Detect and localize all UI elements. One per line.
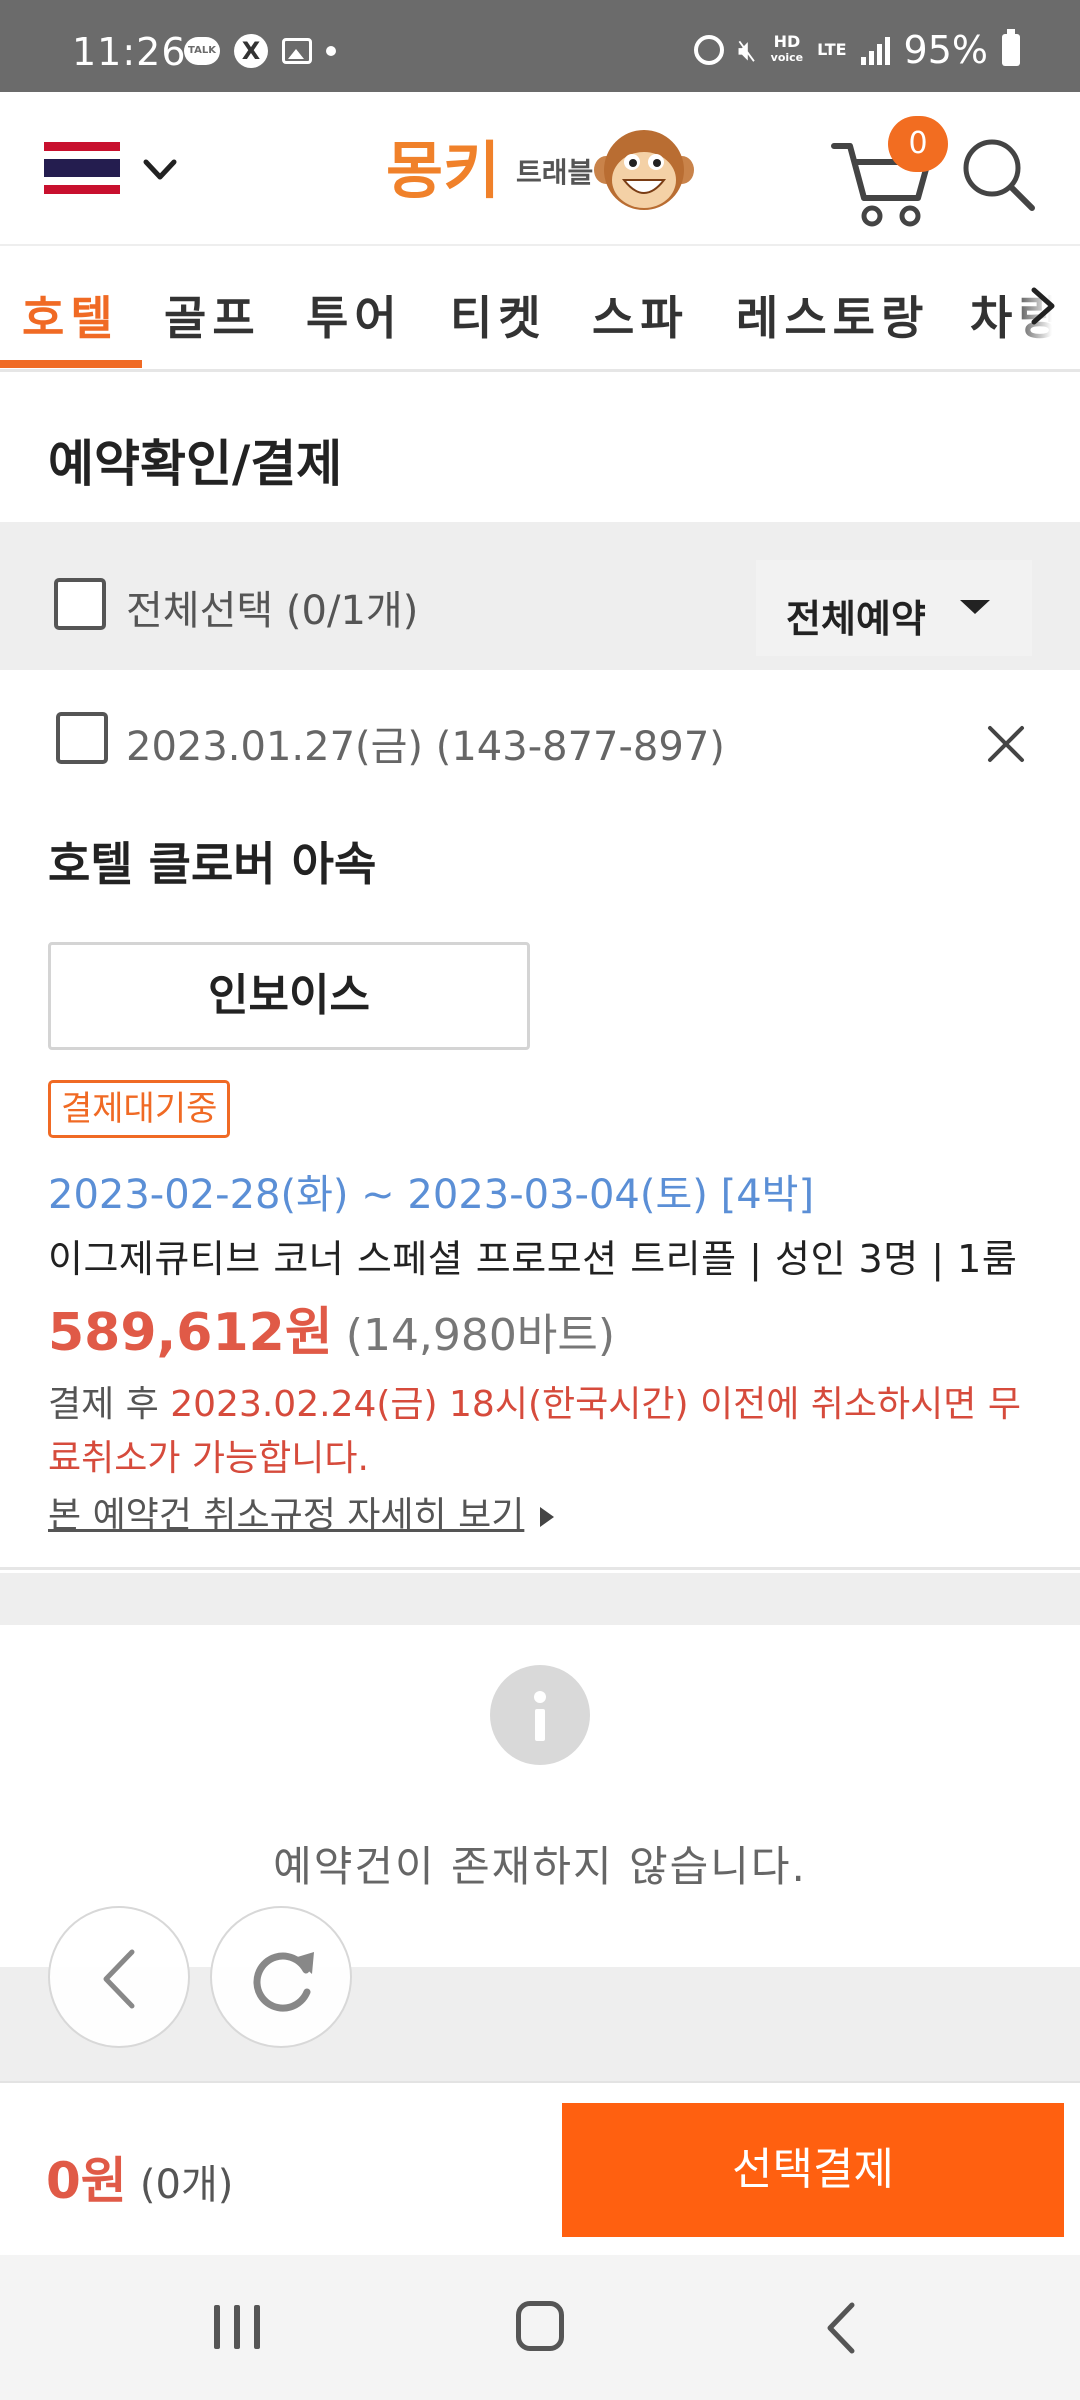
hd-voice-icon: HD voice <box>770 32 804 65</box>
category-tabs: 호텔 골프 투어 티켓 스파 레스토랑 차량 <box>0 246 1080 372</box>
total-count: (0개) <box>139 2162 234 2208</box>
cancel-note-text: 2023.02.24(금) 18시(한국시간) 이전에 취소하시면 무료취소가 … <box>48 1384 1021 1479</box>
cancel-policy-link[interactable]: 본 예약건 취소규정 자세히 보기 <box>48 1486 555 1538</box>
caret-down-icon <box>960 600 990 614</box>
tab-restaurant[interactable]: 레스토랑 <box>736 282 929 348</box>
more-notifications-icon <box>326 46 336 56</box>
back-button[interactable] <box>48 1906 190 2048</box>
battery-icon <box>1002 29 1020 66</box>
tab-golf[interactable]: 골프 <box>164 282 261 348</box>
select-all-bar: 전체선택 (0/1개) 전체예약 <box>0 522 1080 670</box>
refresh-icon <box>253 1952 314 2012</box>
battery-percent: 95% <box>903 28 988 72</box>
monkey-travel-logo[interactable]: 몽키 트래블 <box>386 114 696 226</box>
filter-label: 전체예약 <box>786 597 926 641</box>
mute-icon: 🔇︎ <box>737 32 757 68</box>
section-divider <box>0 1573 1080 1625</box>
select-all-checkbox[interactable] <box>54 578 106 630</box>
play-arrow-icon <box>540 1507 555 1527</box>
reservation-price: 589,612원 (14,980바트) <box>48 1290 615 1365</box>
alarm-icon <box>693 35 724 65</box>
refresh-button[interactable] <box>210 1906 352 2048</box>
nav-back-icon[interactable] <box>822 2301 862 2355</box>
tab-ticket[interactable]: 티켓 <box>450 282 547 348</box>
status-bar: 11:26 TALK X 🔇︎ HD voice LTE 95% <box>0 0 1080 92</box>
stay-period: 2023-02-28(화) ~ 2023-03-04(토) [4박] <box>48 1172 815 1218</box>
cart-count-badge: 0 <box>888 116 948 172</box>
x-app-icon: X <box>234 34 268 68</box>
room-info: 이그제큐티브 코너 스페셜 프로모션 트리플 | 성인 3명 | 1룸 <box>48 1237 1018 1281</box>
image-icon <box>282 38 312 64</box>
signal-icon <box>860 35 890 65</box>
tab-tour[interactable]: 투어 <box>306 282 403 348</box>
total-amount: 0원 <box>46 2152 127 2210</box>
reservation-date-id: 2023.01.27(금) (143-877-897) <box>126 724 725 770</box>
thailand-flag-icon[interactable] <box>44 142 120 194</box>
hotel-name[interactable]: 호텔 클로버 아속 <box>48 828 376 894</box>
free-cancel-notice: 결제 후 2023.02.24(금) 18시(한국시간) 이전에 취소하시면 무… <box>48 1378 1048 1486</box>
price-won: 589,612원 <box>48 1303 333 1363</box>
reservation-checkbox[interactable] <box>56 712 108 764</box>
close-icon[interactable] <box>984 722 1028 766</box>
info-icon <box>490 1665 590 1765</box>
status-time: 11:26 <box>72 30 187 74</box>
selected-payment-button[interactable]: 선택결제 <box>562 2103 1064 2237</box>
lte-icon: LTE <box>817 40 847 59</box>
invoice-button[interactable]: 인보이스 <box>48 942 530 1050</box>
page-title: 예약확인/결제 <box>48 435 343 493</box>
status-badge: 결제대기중 <box>48 1080 231 1138</box>
app-header: 몽키 트래블 0 <box>0 92 1080 246</box>
cancel-note-prefix: 결제 후 <box>48 1384 171 1425</box>
reservation-card: 2023.01.27(금) (143-877-897) 호텔 클로버 아속 인보… <box>0 670 1080 1570</box>
payment-bar: 0원 (0개) 선택결제 <box>0 2081 1080 2255</box>
active-tab-indicator <box>0 360 142 368</box>
chevron-right-icon[interactable] <box>1028 286 1058 326</box>
search-icon[interactable] <box>958 134 1038 214</box>
system-nav-bar <box>0 2255 1080 2400</box>
selected-total: 0원 (0개) <box>46 2141 233 2213</box>
home-icon[interactable] <box>516 2301 564 2351</box>
select-all-label[interactable]: 전체선택 (0/1개) <box>126 578 418 636</box>
recents-icon[interactable] <box>214 2305 260 2349</box>
reservation-filter-dropdown[interactable]: 전체예약 <box>756 560 1032 656</box>
chevron-down-icon[interactable] <box>140 150 180 190</box>
price-baht: (14,980바트) <box>345 1310 616 1361</box>
empty-message: 예약건이 존재하지 않습니다. <box>273 1842 807 1891</box>
kakaotalk-icon: TALK <box>184 37 220 65</box>
svg-text:몽키: 몽키 <box>386 134 500 207</box>
tab-spa[interactable]: 스파 <box>592 282 689 348</box>
tab-hotel[interactable]: 호텔 <box>22 282 119 348</box>
chevron-left-icon <box>103 1949 135 2009</box>
svg-text:트래블: 트래블 <box>516 156 593 189</box>
